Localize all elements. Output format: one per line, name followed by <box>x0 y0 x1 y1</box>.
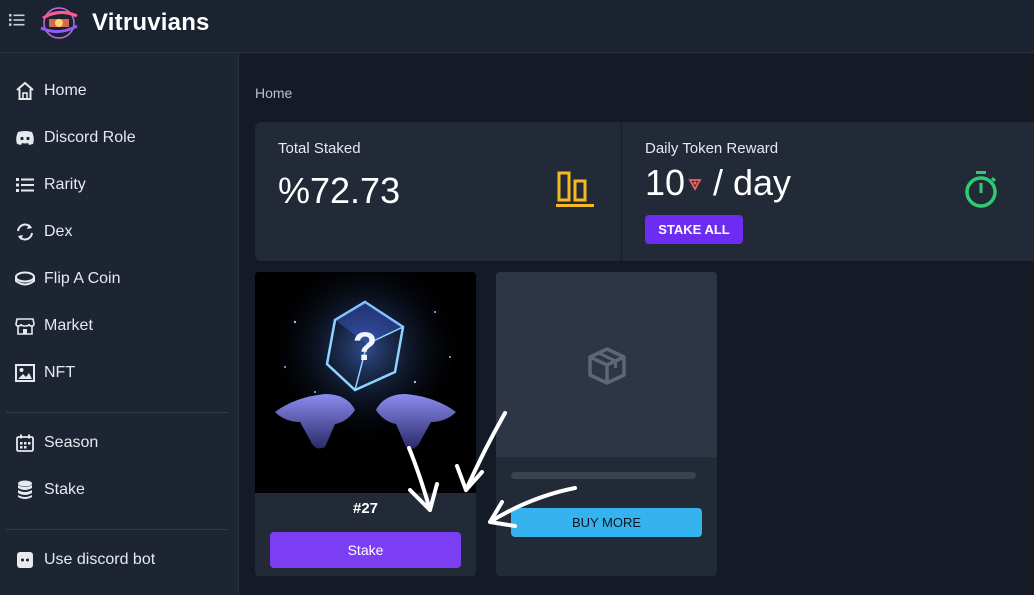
sidebar-item-label: Season <box>44 434 99 451</box>
top-bar: Vitruvians <box>0 0 1034 53</box>
sidebar-divider <box>6 529 228 530</box>
sidebar-item-label: Market <box>44 317 93 334</box>
sidebar-item-label: NFT <box>44 364 76 381</box>
sidebar-item-nft[interactable]: NFT <box>14 361 75 385</box>
daily-reward-unit: / day <box>713 162 792 203</box>
total-staked-value: %72.73 <box>278 170 401 211</box>
swap-icon <box>14 221 36 243</box>
sidebar-item-discord-role[interactable]: Discord Role <box>14 126 136 150</box>
bar-chart-icon <box>556 171 594 207</box>
sidebar: Home Discord Role Rarity Dex Flip A Coin… <box>0 53 239 595</box>
database-icon <box>14 479 36 501</box>
breadcrumb[interactable]: Home <box>255 85 292 101</box>
box-icon <box>588 347 626 385</box>
nft-card: ? #27 Stake <box>255 272 476 576</box>
app-title: Vitruvians <box>92 9 210 36</box>
sidebar-item-season[interactable]: Season <box>14 431 98 455</box>
sidebar-item-use-discord-bot[interactable]: Use discord bot <box>14 548 155 572</box>
image-icon <box>14 362 36 384</box>
placeholder-image <box>496 272 717 457</box>
sidebar-item-market[interactable]: Market <box>14 314 93 338</box>
sidebar-item-rarity[interactable]: Rarity <box>14 173 86 197</box>
coin-icon <box>14 268 36 290</box>
sidebar-item-label: Dex <box>44 223 73 240</box>
discord-icon <box>14 549 36 571</box>
sidebar-item-label: Flip A Coin <box>44 270 121 287</box>
nft-number: #27 <box>352 500 379 517</box>
sidebar-item-label: Discord Role <box>44 129 136 146</box>
stake-button[interactable]: Stake <box>270 532 461 568</box>
sidebar-item-label: Use discord bot <box>44 551 156 568</box>
home-icon <box>14 80 36 102</box>
sidebar-item-label: Rarity <box>44 176 86 193</box>
sidebar-item-stake[interactable]: Stake <box>14 478 85 502</box>
stats-divider <box>621 122 622 261</box>
placeholder-bar <box>511 472 696 479</box>
sidebar-item-label: Home <box>44 82 87 99</box>
list-icon <box>14 174 36 196</box>
buy-more-card: BUY MORE <box>496 272 717 576</box>
menu-icon[interactable] <box>9 13 25 27</box>
stopwatch-icon <box>965 171 997 208</box>
sidebar-item-dex[interactable]: Dex <box>14 220 72 244</box>
sidebar-divider <box>6 412 228 413</box>
daily-reward-label: Daily Token Reward <box>645 140 779 157</box>
daily-reward-amount: 10 <box>645 162 686 203</box>
token-icon <box>688 179 702 191</box>
svg-text:?: ? <box>353 325 377 369</box>
store-icon <box>14 315 36 337</box>
sidebar-item-flip-a-coin[interactable]: Flip A Coin <box>14 267 120 291</box>
buy-more-button[interactable]: BUY MORE <box>511 508 702 537</box>
calendar-icon <box>14 432 36 454</box>
sidebar-item-label: Stake <box>44 481 85 498</box>
stake-all-button[interactable]: STAKE ALL <box>645 215 743 244</box>
total-staked-label: Total Staked <box>278 140 361 157</box>
logo-icon <box>40 7 78 39</box>
stats-card: Total Staked %72.73 Daily Token Reward 1… <box>255 122 1034 261</box>
nft-image[interactable]: ? <box>255 272 476 493</box>
discord-icon <box>14 127 36 149</box>
sidebar-item-home[interactable]: Home <box>14 79 87 103</box>
